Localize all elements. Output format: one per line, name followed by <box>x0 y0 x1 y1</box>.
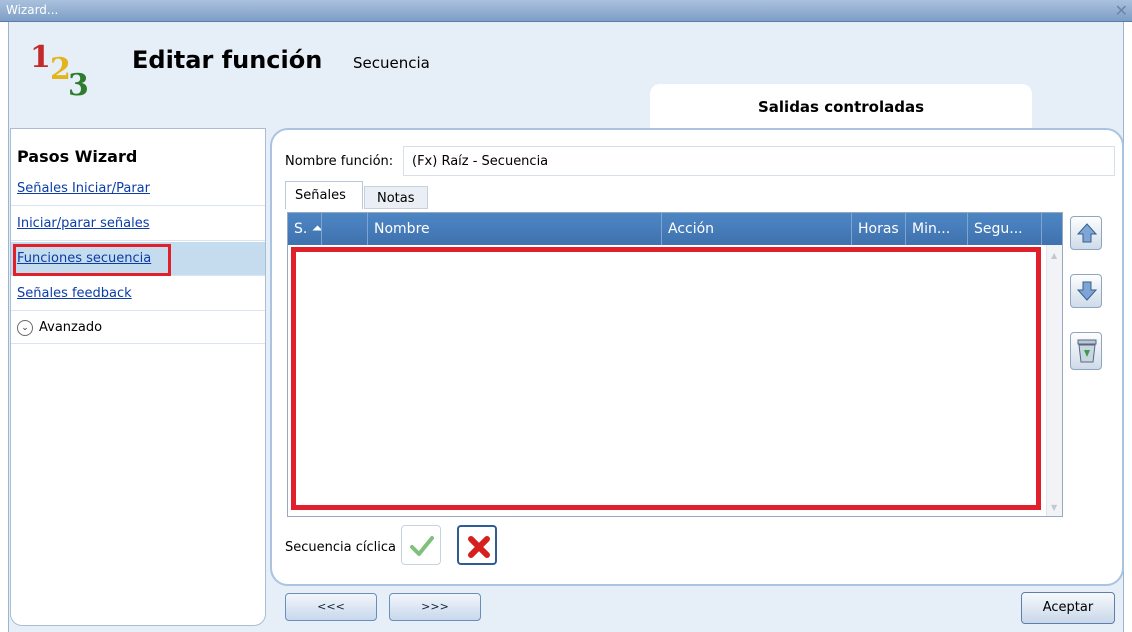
sidebar-item-label[interactable]: Señales Iniciar/Parar <box>17 181 150 196</box>
move-up-button[interactable] <box>1070 216 1102 250</box>
move-down-icon <box>1076 281 1098 301</box>
logo-digit-3: 3 <box>68 68 89 103</box>
sidebar-item-iniciar-parar[interactable]: Iniciar/parar señales <box>11 207 265 241</box>
page-subtitle: Secuencia <box>353 54 430 72</box>
highlight-box <box>291 247 1041 510</box>
recycle-bin-icon <box>1077 339 1097 363</box>
column-header-horas[interactable]: Horas <box>852 213 906 245</box>
sidebar-heading: Pasos Wizard <box>17 147 138 166</box>
check-icon <box>410 536 434 556</box>
function-name-label: Nombre función: <box>285 154 394 169</box>
delete-button[interactable] <box>1070 332 1102 370</box>
window-titlebar: Wizard... ✕ <box>0 0 1132 22</box>
cyclic-no-button[interactable] <box>457 525 497 565</box>
close-icon[interactable]: ✕ <box>1115 1 1128 20</box>
logo-digit-1: 1 <box>30 40 51 75</box>
grid-scrollbar[interactable]: ▲ ▼ <box>1046 245 1062 516</box>
next-button[interactable]: >>> <box>389 593 481 621</box>
step-tab-salidas: Salidas controladas <box>650 84 1032 128</box>
accept-button[interactable]: Aceptar <box>1021 592 1115 624</box>
signals-grid[interactable]: S. ⏶ Nombre Acción Horas Min... Segu... … <box>287 212 1063 517</box>
function-name-input[interactable] <box>403 146 1115 176</box>
window-title: Wizard... <box>6 3 59 17</box>
sidebar-item-label[interactable]: Señales feedback <box>17 286 132 301</box>
column-header-accion[interactable]: Acción <box>662 213 852 245</box>
advanced-label: Avanzado <box>39 320 103 335</box>
column-header-min[interactable]: Min... <box>906 213 968 245</box>
move-up-icon <box>1076 223 1098 243</box>
advanced-toggle[interactable]: ⌄ Avanzado <box>11 314 265 344</box>
column-header-nombre[interactable]: Nombre <box>368 213 662 245</box>
column-header-s[interactable]: S. ⏶ <box>288 213 322 245</box>
sidebar-item-label[interactable]: Funciones secuencia <box>17 251 151 266</box>
cyclic-label: Secuencia cíclica <box>285 540 396 555</box>
sidebar-item-senales-iniciar[interactable]: Señales Iniciar/Parar <box>11 172 265 206</box>
x-icon <box>468 536 490 558</box>
previous-button[interactable]: <<< <box>285 593 377 621</box>
steps-logo: 1 2 3 <box>30 40 100 120</box>
scroll-up-icon[interactable]: ▲ <box>1051 251 1057 260</box>
page-title: Editar función <box>132 46 323 74</box>
column-header-blank[interactable] <box>322 213 368 245</box>
tab-notas[interactable]: Notas <box>364 186 428 209</box>
move-down-button[interactable] <box>1070 274 1102 308</box>
tab-senales[interactable]: Señales <box>285 181 363 209</box>
column-header-seg[interactable]: Segu... <box>968 213 1042 245</box>
wizard-sidebar: Pasos Wizard Señales Iniciar/Parar Inici… <box>10 128 266 626</box>
sidebar-item-senales-feedback[interactable]: Señales feedback <box>11 277 265 311</box>
scroll-down-icon[interactable]: ▼ <box>1051 503 1057 512</box>
chevron-down-icon: ⌄ <box>17 320 33 336</box>
sidebar-item-label[interactable]: Iniciar/parar señales <box>17 216 150 231</box>
cyclic-yes-button[interactable] <box>401 525 441 565</box>
sidebar-item-funciones-secuencia[interactable]: Funciones secuencia <box>11 242 265 276</box>
grid-header: S. ⏶ Nombre Acción Horas Min... Segu... <box>288 213 1062 245</box>
